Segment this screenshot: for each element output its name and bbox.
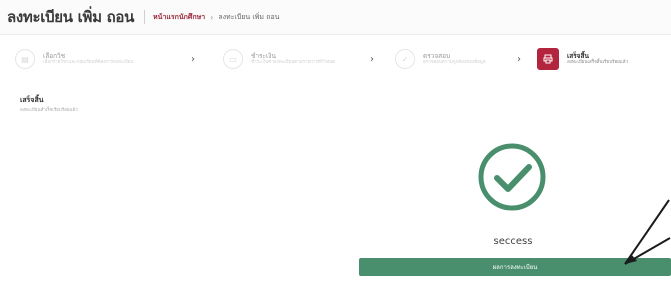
step-select-courses[interactable]: ▤ เลือกวิช เลือกรายวิชาและกลุ่มเรียนที่ต… (15, 44, 134, 74)
page-title: ลงทะเบียน เพิ่ม ถอน (7, 8, 135, 26)
breadcrumb-separator: › (210, 12, 214, 22)
section-desc: ลงทะเบียนสำเร็จเรียบร้อยแล้ว (20, 108, 78, 113)
step-payment[interactable]: ▭ ชำระเงิน ชำระเงินค่าลงทะเบียนตามรายการ… (223, 44, 335, 74)
title-divider (144, 10, 146, 24)
registration-stepper: ▤ เลือกวิช เลือกรายวิชาและกลุ่มเรียนที่ต… (7, 44, 671, 74)
success-check-icon (478, 143, 546, 211)
check-icon: ✓ (395, 49, 415, 69)
print-icon (537, 48, 559, 70)
chevron-right-icon: › (191, 53, 195, 65)
breadcrumb-current: ลงทะเบียน เพิ่ม ถอน (218, 12, 280, 21)
section-title: เสร็จสิ้น (20, 96, 44, 104)
step-desc: ชำระเงินค่าลงทะเบียนตามรายการที่กำหนด (251, 60, 336, 66)
step-finished[interactable]: เสร็จสิ้น ลงทะเบียนเสร็จสิ้นเรียบร้อยแล้… (537, 44, 628, 74)
breadcrumb-home-link[interactable]: หน้าแรกนักศึกษา (153, 12, 205, 23)
step-desc: เลือกรายวิชาและกลุ่มเรียนที่ต้องการลงทะเ… (43, 60, 134, 66)
step-review[interactable]: ✓ ตรวจสอบ ตรวจสอบความถูกต้องของข้อมูล (395, 44, 486, 74)
top-bar: ลงทะเบียน เพิ่ม ถอน หน้าแรกนักศึกษา › ลง… (0, 0, 671, 35)
book-icon: ▤ (15, 49, 35, 69)
wallet-icon: ▭ (223, 49, 243, 69)
chevron-right-icon: › (370, 53, 374, 65)
step-desc: ลงทะเบียนเสร็จสิ้นเรียบร้อยแล้ว (567, 60, 628, 66)
chevron-right-icon: › (517, 53, 521, 65)
annotation-arrow (624, 199, 671, 265)
print-icon-glyph (543, 54, 553, 64)
success-message: seccess (493, 236, 533, 247)
step-desc: ตรวจสอบความถูกต้องของข้อมูล (423, 60, 486, 66)
